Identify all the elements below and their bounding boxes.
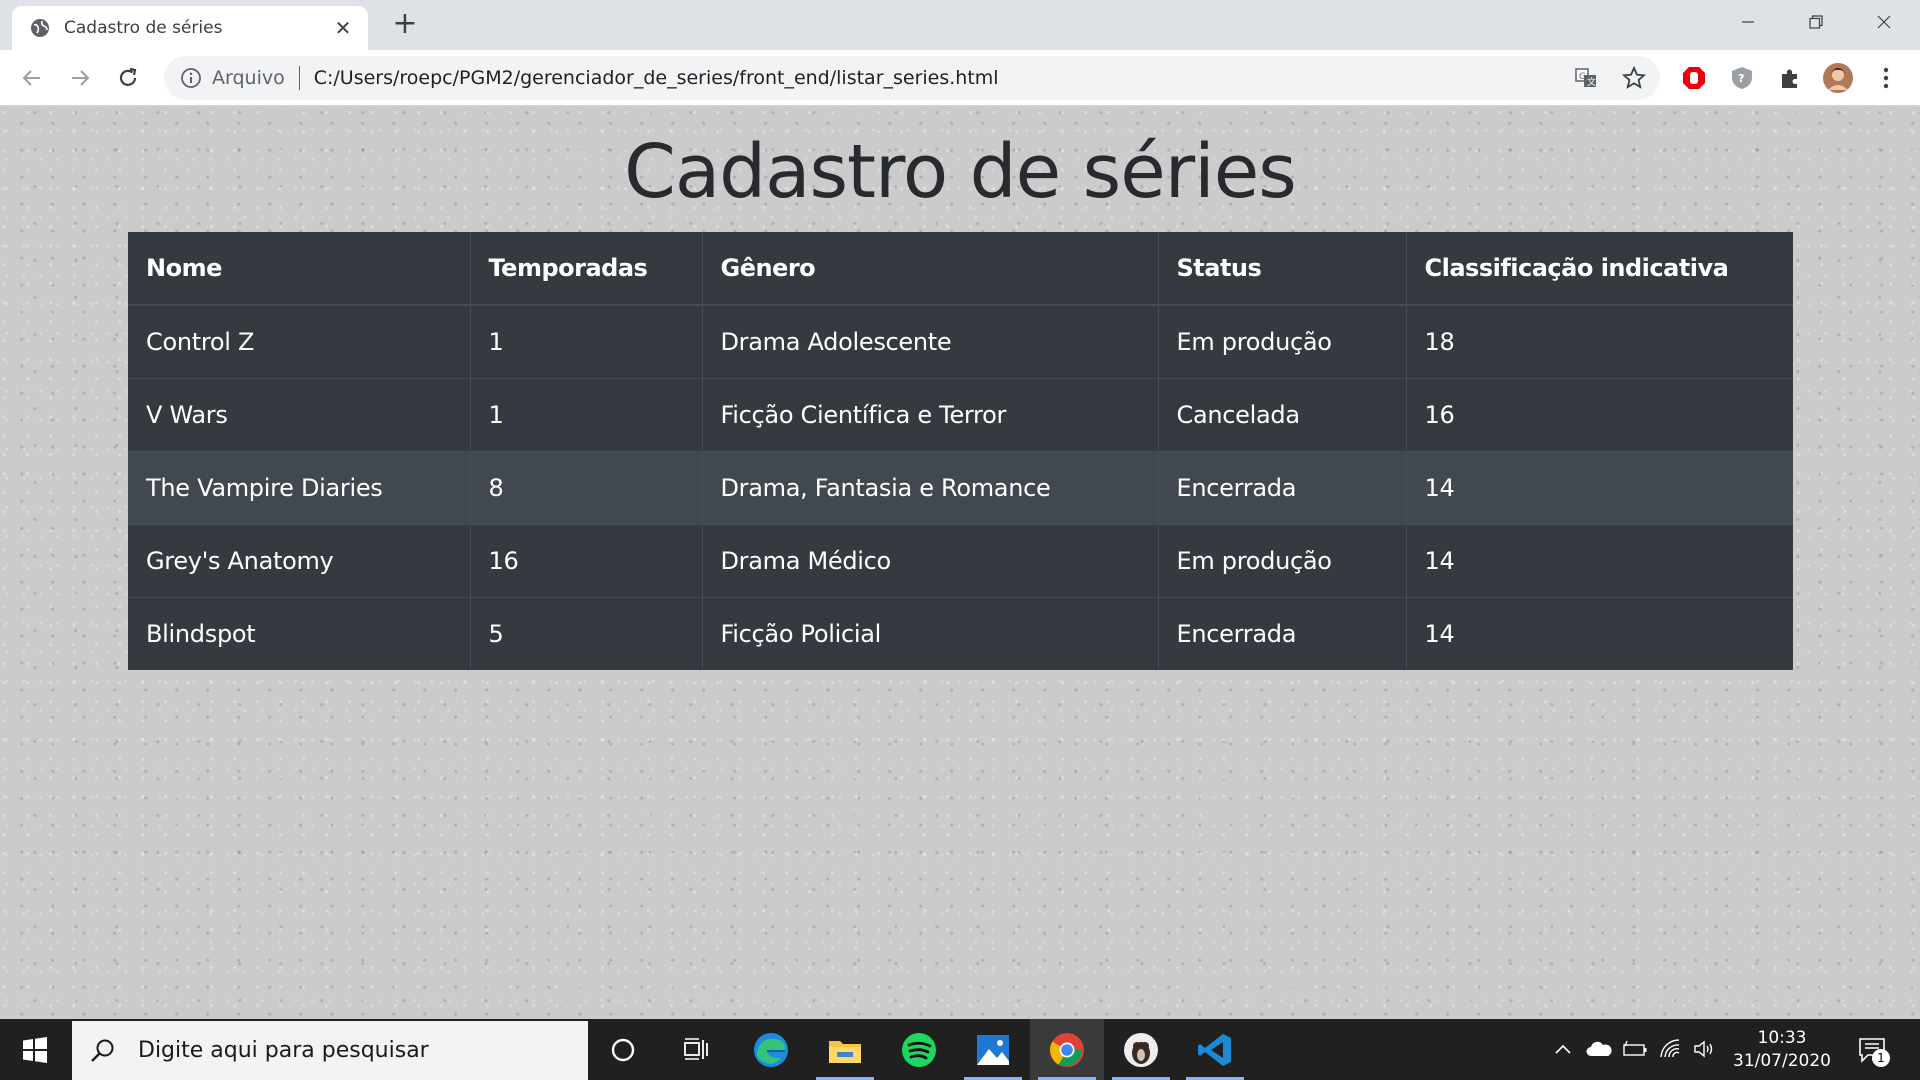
notification-badge: 1	[1872, 1049, 1890, 1067]
profile-avatar[interactable]	[1820, 60, 1856, 96]
photos-icon[interactable]	[956, 1019, 1030, 1080]
cell-classificacao: 14	[1406, 596, 1793, 670]
search-icon	[91, 1039, 114, 1062]
cell-nome: Grey's Anatomy	[128, 523, 471, 597]
header-classificacao: Classificação indicativa	[1406, 232, 1793, 306]
taskbar-search-box[interactable]: Digite aqui para pesquisar	[72, 1021, 588, 1080]
globe-icon	[31, 19, 49, 37]
cell-temporadas: 5	[470, 596, 703, 670]
cell-status: Cancelada	[1158, 377, 1407, 451]
volume-icon[interactable]	[1690, 1033, 1720, 1065]
close-tab-icon[interactable]: ✕	[332, 17, 354, 39]
cell-genero: Ficção Científica e Terror	[702, 377, 1159, 451]
cell-status: Em produção	[1158, 304, 1407, 378]
tab-strip: Cadastro de séries ✕ +	[0, 0, 1920, 50]
url-text[interactable]: C:/Users/roepc/PGM2/gerenciador_de_serie…	[314, 67, 999, 89]
windows-taskbar: Digite aqui para pesquisar 10:33 31/07/2…	[0, 1019, 1920, 1080]
cell-classificacao: 14	[1406, 450, 1793, 524]
cell-genero: Drama, Fantasia e Romance	[702, 450, 1159, 524]
cell-genero: Drama Adolescente	[702, 304, 1159, 378]
cell-genero: Ficção Policial	[702, 596, 1159, 670]
battery-icon[interactable]	[1620, 1033, 1650, 1065]
new-tab-button[interactable]: +	[388, 8, 422, 42]
table-row: V Wars 1 Ficção Científica e Terror Canc…	[128, 377, 1793, 451]
header-nome: Nome	[128, 232, 471, 306]
cell-nome: Blindspot	[128, 596, 471, 670]
adblock-icon[interactable]	[1676, 60, 1712, 96]
star-icon[interactable]	[1616, 60, 1652, 96]
minimize-button[interactable]	[1714, 0, 1782, 44]
notification-center-icon[interactable]: 1	[1852, 1031, 1892, 1069]
security-label: Arquivo	[212, 67, 285, 89]
table-row: Control Z 1 Drama Adolescente Em produçã…	[128, 304, 1793, 378]
task-view-icon[interactable]	[660, 1019, 734, 1080]
cell-genero: Drama Médico	[702, 523, 1159, 597]
address-bar[interactable]: Arquivo C:/Users/roepc/PGM2/gerenciador_…	[164, 56, 1660, 100]
cell-classificacao: 18	[1406, 304, 1793, 378]
table-row: Blindspot 5 Ficção Policial Encerrada 14	[128, 596, 1793, 670]
cell-classificacao: 14	[1406, 523, 1793, 597]
clock-time: 10:33	[1757, 1028, 1807, 1048]
taskbar-clock[interactable]: 10:33 31/07/2020	[1722, 1027, 1842, 1073]
back-icon[interactable]	[14, 60, 50, 96]
address-divider	[298, 66, 300, 90]
cell-nome: V Wars	[128, 377, 471, 451]
svg-text:文: 文	[1587, 76, 1596, 88]
show-hidden-icons-icon[interactable]	[1548, 1033, 1578, 1065]
cell-temporadas: 1	[470, 377, 703, 451]
vscode-icon[interactable]	[1178, 1019, 1252, 1080]
menu-icon[interactable]	[1868, 60, 1904, 96]
info-icon[interactable]	[180, 67, 202, 89]
onedrive-icon[interactable]	[1584, 1033, 1614, 1065]
clock-date: 31/07/2020	[1733, 1051, 1831, 1071]
cell-temporadas: 8	[470, 450, 703, 524]
cell-status: Encerrada	[1158, 596, 1407, 670]
shield-icon[interactable]: ?	[1724, 60, 1760, 96]
header-genero: Gênero	[702, 232, 1159, 306]
header-status: Status	[1158, 232, 1407, 306]
browser-tab[interactable]: Cadastro de séries ✕	[12, 6, 368, 50]
extensions-icon[interactable]	[1772, 60, 1808, 96]
app-avatar-icon[interactable]	[1104, 1019, 1178, 1080]
table-header-row: Nome Temporadas Gênero Status Classifica…	[128, 232, 1793, 306]
page-viewport: Cadastro de séries Nome Temporadas Gêner…	[0, 107, 1920, 1019]
forward-icon[interactable]	[62, 60, 98, 96]
cortana-icon[interactable]	[586, 1019, 660, 1080]
table-row: Grey's Anatomy 16 Drama Médico Em produç…	[128, 523, 1793, 597]
close-window-button[interactable]	[1850, 0, 1918, 44]
cell-nome: The Vampire Diaries	[128, 450, 471, 524]
cell-temporadas: 16	[470, 523, 703, 597]
chrome-icon[interactable]	[1030, 1019, 1104, 1080]
restore-button[interactable]	[1782, 0, 1850, 44]
svg-text:G: G	[1579, 72, 1586, 82]
table-row-highlighted: The Vampire Diaries 8 Drama, Fantasia e …	[128, 450, 1793, 524]
cell-classificacao: 16	[1406, 377, 1793, 451]
cell-temporadas: 1	[470, 304, 703, 378]
translate-icon[interactable]: G文	[1568, 60, 1604, 96]
browser-toolbar: Arquivo C:/Users/roepc/PGM2/gerenciador_…	[0, 50, 1920, 106]
wifi-icon[interactable]	[1656, 1033, 1686, 1065]
windows-start-icon[interactable]	[0, 1019, 70, 1080]
cell-status: Em produção	[1158, 523, 1407, 597]
file-explorer-icon[interactable]	[808, 1019, 882, 1080]
cell-nome: Control Z	[128, 304, 471, 378]
header-temporadas: Temporadas	[470, 232, 703, 306]
page-title: Cadastro de séries	[624, 129, 1297, 215]
spotify-icon[interactable]	[882, 1019, 956, 1080]
search-placeholder: Digite aqui para pesquisar	[138, 1038, 429, 1063]
edge-icon[interactable]	[734, 1019, 808, 1080]
reload-icon[interactable]	[110, 60, 146, 96]
svg-text:?: ?	[1738, 72, 1744, 85]
tab-title: Cadastro de séries	[64, 18, 223, 38]
series-table: Nome Temporadas Gênero Status Classifica…	[128, 232, 1793, 670]
cell-status: Encerrada	[1158, 450, 1407, 524]
